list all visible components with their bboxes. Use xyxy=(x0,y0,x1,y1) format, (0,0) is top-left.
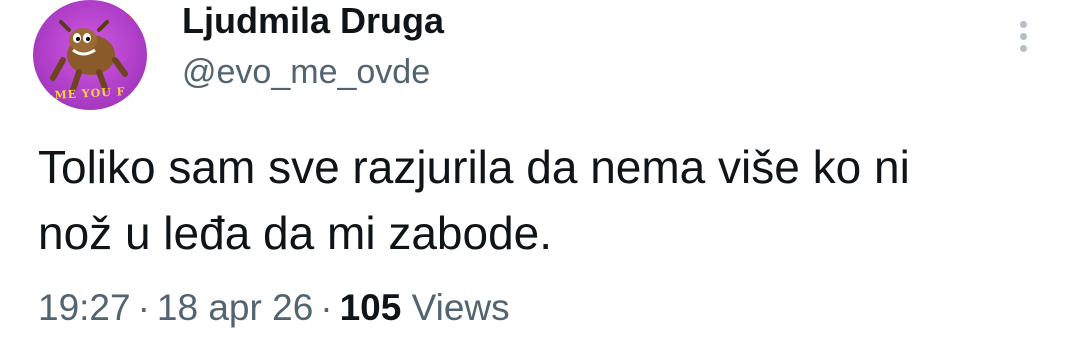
tweet-meta: 19:27 · 18 apr 26 · 105 Views xyxy=(38,286,510,330)
meta-separator: · xyxy=(320,287,333,328)
more-vertical-icon-dot xyxy=(1019,32,1027,40)
display-name[interactable]: Ljudmila Druga xyxy=(182,1,444,41)
avatar[interactable]: ME YOU F xyxy=(33,0,147,110)
meta-separator: · xyxy=(137,287,150,328)
tweet-text: Toliko sam sve razjurila da nema više ko… xyxy=(38,141,910,259)
more-vertical-icon-dot xyxy=(1019,44,1027,52)
tweet-card: ME YOU F Ljudmila Druga @evo_me_ovde Tol… xyxy=(0,0,1080,360)
views-count[interactable]: 105 xyxy=(340,287,402,328)
more-options-button[interactable] xyxy=(1006,14,1040,58)
views-label[interactable]: Views xyxy=(412,287,510,328)
user-handle[interactable]: @evo_me_ovde xyxy=(182,52,430,92)
tweet-date[interactable]: 18 apr 26 xyxy=(157,287,313,328)
more-vertical-icon xyxy=(1019,20,1027,28)
tweet-time[interactable]: 19:27 xyxy=(38,287,131,328)
